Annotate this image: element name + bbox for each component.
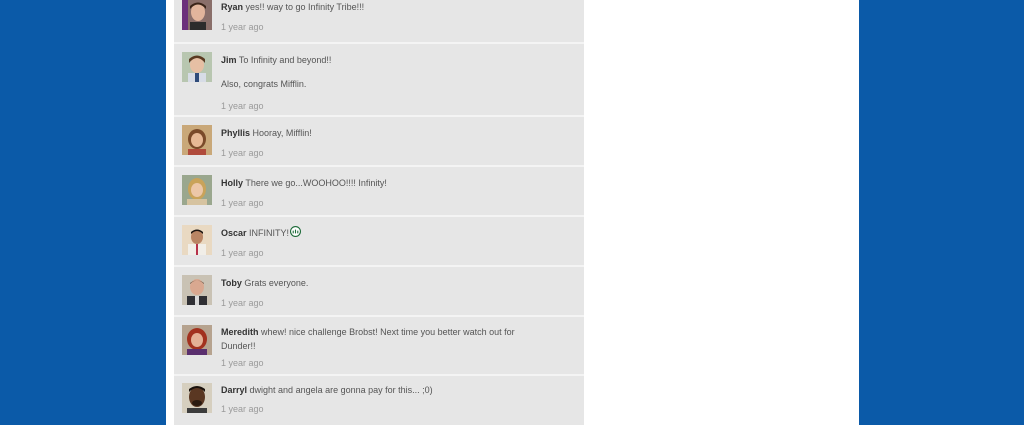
comment-item: Holly There we go...WOOHOO!!!! Infinity!… bbox=[174, 167, 584, 217]
commenter-name[interactable]: Holly bbox=[221, 178, 243, 188]
avatar[interactable] bbox=[182, 225, 212, 255]
comment-timestamp: 1 year ago bbox=[221, 248, 264, 258]
commenter-name[interactable]: Ryan bbox=[221, 2, 243, 12]
comment-text-extra: Also, congrats Mifflin. bbox=[221, 79, 307, 89]
comment-text: To Infinity and beyond!! bbox=[238, 55, 332, 65]
comment-text: INFINITY! bbox=[249, 228, 290, 238]
comment-timestamp: 1 year ago bbox=[221, 298, 264, 308]
comment-timestamp: 1 year ago bbox=[221, 198, 264, 208]
avatar[interactable] bbox=[182, 0, 212, 30]
comment-text: yes!! way to go Infinity Tribe!!! bbox=[245, 2, 365, 12]
comment-item: Darryl dwight and angela are gonna pay f… bbox=[174, 376, 584, 425]
comment-text: There we go...WOOHOO!!!! Infinity! bbox=[245, 178, 387, 188]
comment-feed: Ryan yes!! way to go Infinity Tribe!!! 1… bbox=[174, 0, 584, 425]
commenter-name[interactable]: Meredith bbox=[221, 327, 259, 337]
comment-text: Hooray, Mifflin! bbox=[252, 128, 312, 138]
comment-item: Phyllis Hooray, Mifflin! 1 year ago bbox=[174, 117, 584, 167]
avatar[interactable] bbox=[182, 275, 212, 305]
comment-item: Jim To Infinity and beyond!! Also, congr… bbox=[174, 44, 584, 117]
avatar[interactable] bbox=[182, 383, 212, 413]
commenter-name[interactable]: Darryl bbox=[221, 385, 247, 395]
commenter-name[interactable]: Toby bbox=[221, 278, 242, 288]
avatar[interactable] bbox=[182, 175, 212, 205]
comment-body: Phyllis Hooray, Mifflin! bbox=[221, 126, 541, 140]
comment-item: Toby Grats everyone. 1 year ago bbox=[174, 267, 584, 317]
comment-item: Meredith whew! nice challenge Brobst! Ne… bbox=[174, 317, 584, 376]
comment-body: Toby Grats everyone. bbox=[221, 276, 541, 290]
comment-body: Holly There we go...WOOHOO!!!! Infinity! bbox=[221, 176, 541, 190]
avatar[interactable] bbox=[182, 125, 212, 155]
infinity-emblem-icon bbox=[290, 225, 302, 238]
comment-timestamp: 1 year ago bbox=[221, 101, 264, 111]
comment-timestamp: 1 year ago bbox=[221, 404, 264, 414]
comment-body: Oscar INFINITY! bbox=[221, 225, 541, 240]
comment-text: whew! nice challenge Brobst! Next time y… bbox=[221, 327, 515, 351]
comment-item: Oscar INFINITY! 1 year ago bbox=[174, 217, 584, 267]
commenter-name[interactable]: Phyllis bbox=[221, 128, 250, 138]
comment-timestamp: 1 year ago bbox=[221, 358, 264, 368]
avatar[interactable] bbox=[182, 52, 212, 82]
commenter-name[interactable]: Jim bbox=[221, 55, 237, 65]
comment-text: dwight and angela are gonna pay for this… bbox=[249, 385, 433, 395]
comment-text: Grats everyone. bbox=[244, 278, 309, 288]
comment-timestamp: 1 year ago bbox=[221, 148, 264, 158]
comment-body: Ryan yes!! way to go Infinity Tribe!!! bbox=[221, 0, 541, 14]
comment-timestamp: 1 year ago bbox=[221, 22, 264, 32]
comment-item: Ryan yes!! way to go Infinity Tribe!!! 1… bbox=[174, 0, 584, 44]
comment-body: Jim To Infinity and beyond!! Also, congr… bbox=[221, 53, 541, 91]
comment-body: Meredith whew! nice challenge Brobst! Ne… bbox=[221, 325, 541, 353]
comment-body: Darryl dwight and angela are gonna pay f… bbox=[221, 383, 541, 397]
commenter-name[interactable]: Oscar bbox=[221, 228, 247, 238]
avatar[interactable] bbox=[182, 325, 212, 355]
